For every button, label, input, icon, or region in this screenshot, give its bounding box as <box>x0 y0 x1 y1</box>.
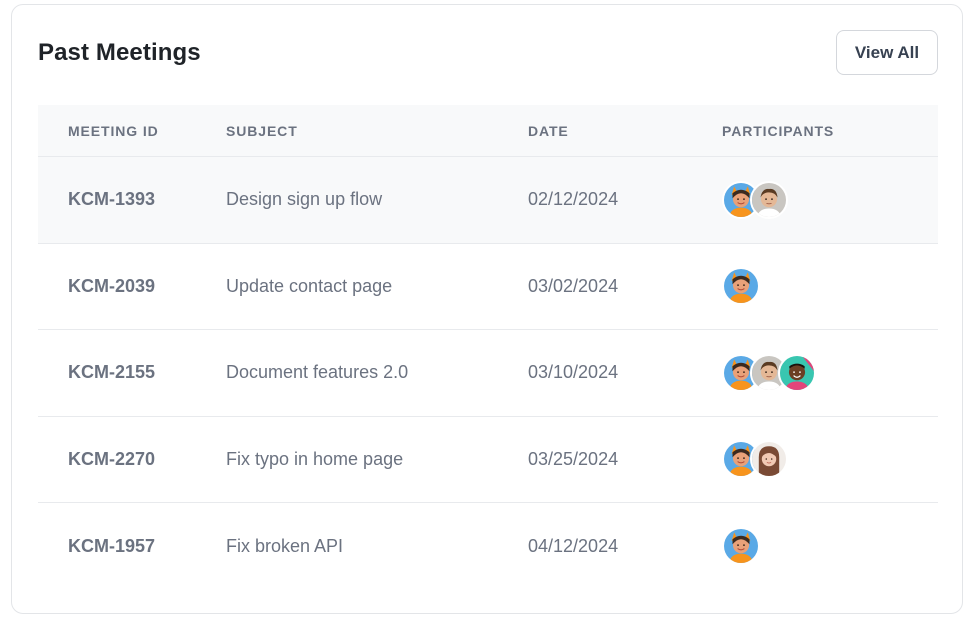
meetings-table: MEETING ID SUBJECT DATE PARTICIPANTS KCM… <box>38 105 938 590</box>
meeting-subject: Fix typo in home page <box>226 448 404 469</box>
header-participants: PARTICIPANTS <box>722 122 835 139</box>
meeting-subject: Fix broken API <box>226 535 344 556</box>
view-all-button[interactable]: View All <box>836 30 938 75</box>
table-header: MEETING ID SUBJECT DATE PARTICIPANTS <box>38 105 938 157</box>
participants-stack <box>722 180 938 219</box>
participants-stack <box>722 527 938 566</box>
meeting-date: 03/25/2024 <box>528 448 619 469</box>
participants-stack <box>722 440 938 479</box>
meeting-id: KCM-1957 <box>68 535 156 556</box>
meeting-id: KCM-1393 <box>68 189 156 210</box>
card-title: Past Meetings <box>38 39 201 66</box>
participants-stack <box>722 353 938 392</box>
avatar-a[interactable] <box>722 267 760 306</box>
header-meeting-id: MEETING ID <box>68 122 159 139</box>
card-header: Past Meetings View All <box>38 30 938 76</box>
meeting-date: 03/02/2024 <box>528 275 619 296</box>
meeting-date: 04/12/2024 <box>528 535 619 556</box>
meeting-date: 02/12/2024 <box>528 189 619 210</box>
avatar-a[interactable] <box>722 527 760 566</box>
table-row[interactable]: KCM-2270 Fix typo in home page 03/25/202… <box>38 417 938 503</box>
meeting-id: KCM-2270 <box>68 448 156 469</box>
meeting-subject: Design sign up flow <box>226 189 383 210</box>
meeting-subject: Document features 2.0 <box>226 362 409 383</box>
avatar-d[interactable] <box>750 440 788 479</box>
table-row[interactable]: KCM-1957 Fix broken API 04/12/2024 <box>38 503 938 590</box>
avatar-c[interactable] <box>778 353 816 392</box>
participants-stack <box>722 267 938 306</box>
header-subject: SUBJECT <box>226 122 298 139</box>
header-date: DATE <box>528 122 569 139</box>
meeting-subject: Update contact page <box>226 275 393 296</box>
meeting-id: KCM-2039 <box>68 275 156 296</box>
table-row[interactable]: KCM-2155 Document features 2.0 03/10/202… <box>38 330 938 417</box>
meeting-date: 03/10/2024 <box>528 362 619 383</box>
table-row[interactable]: KCM-2039 Update contact page 03/02/2024 <box>38 244 938 330</box>
meeting-id: KCM-2155 <box>68 362 156 383</box>
table-row[interactable]: KCM-1393 Design sign up flow 02/12/2024 <box>38 157 938 244</box>
avatar-b[interactable] <box>750 180 788 219</box>
past-meetings-card: Past Meetings View All MEETING ID SUBJEC… <box>11 4 963 614</box>
